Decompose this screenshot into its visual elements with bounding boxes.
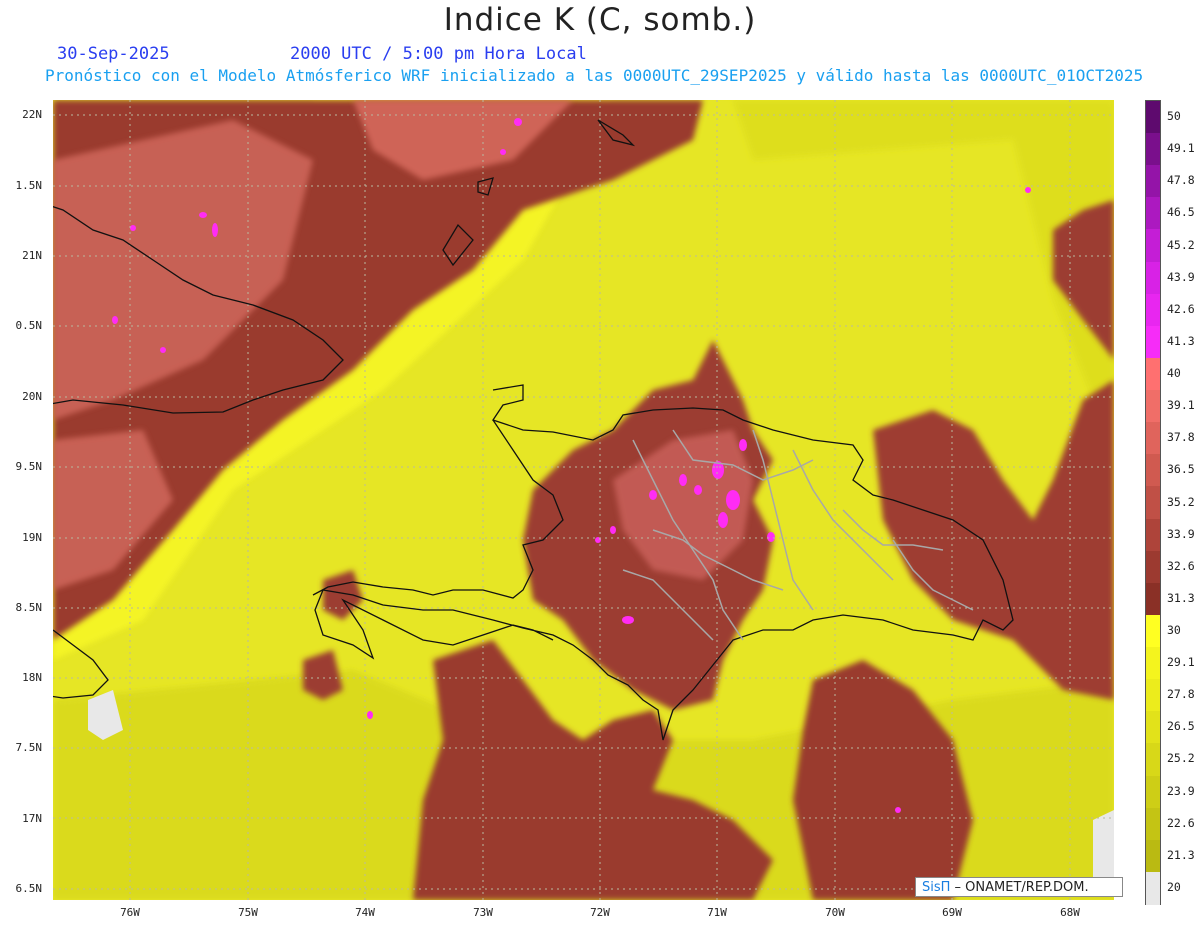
- colorbar-segment: [1146, 261, 1160, 295]
- colorbar-label: 50: [1167, 109, 1181, 124]
- colorbar-segment: [1146, 133, 1160, 167]
- lon-label: 76W: [120, 906, 140, 919]
- colorbar-label: 39.1: [1167, 398, 1195, 413]
- forecast-date: 30-Sep-2025: [57, 44, 170, 64]
- colorbar-segment: [1146, 325, 1160, 359]
- colorbar-label: 49.1: [1167, 141, 1195, 156]
- map-title: Indice K (C, somb.): [443, 2, 757, 38]
- colorbar-label: 32.6: [1167, 558, 1195, 573]
- colorbar-segment: [1146, 486, 1160, 520]
- colorbar-label: 33.9: [1167, 526, 1195, 541]
- colorbar: [1145, 100, 1161, 905]
- credit-org: – ONAMET/REP.DOM.: [950, 880, 1089, 895]
- colorbar-segment: [1146, 871, 1160, 905]
- lat-label: 7.5N: [15, 741, 43, 754]
- colorbar-segment: [1146, 711, 1160, 745]
- colorbar-label: 42.6: [1167, 301, 1195, 316]
- lon-label: 74W: [355, 906, 375, 919]
- colorbar-label: 43.9: [1167, 269, 1195, 284]
- colorbar-segment: [1146, 807, 1160, 841]
- colorbar-segment: [1146, 839, 1160, 873]
- lon-label: 71W: [707, 906, 727, 919]
- lon-label: 69W: [942, 906, 962, 919]
- colorbar-label: 31.3: [1167, 590, 1195, 605]
- colorbar-label: 30: [1167, 622, 1181, 637]
- colorbar-label: 26.5: [1167, 719, 1195, 734]
- credit-brand: SisΠ: [922, 880, 951, 895]
- colorbar-label: 20: [1167, 879, 1181, 894]
- colorbar-segment: [1146, 614, 1160, 648]
- forecast-time: 2000 UTC / 5:00 pm Hora Local: [290, 44, 587, 64]
- lat-label: 6.5N: [15, 882, 43, 895]
- colorbar-label: 36.5: [1167, 462, 1195, 477]
- colorbar-segment: [1146, 165, 1160, 199]
- map-panel: [53, 100, 1114, 900]
- colorbar-segment: [1146, 357, 1160, 391]
- lat-label: 21N: [22, 249, 42, 262]
- lon-label: 68W: [1060, 906, 1080, 919]
- lat-label: 19N: [22, 531, 42, 544]
- colorbar-segment: [1146, 422, 1160, 456]
- colorbar-segment: [1146, 647, 1160, 681]
- colorbar-segment: [1146, 390, 1160, 424]
- colorbar-segment: [1146, 679, 1160, 713]
- colorbar-label: 35.2: [1167, 494, 1195, 509]
- colorbar-label: 29.1: [1167, 655, 1195, 670]
- credit-box: SisΠ – ONAMET/REP.DOM.: [915, 877, 1123, 897]
- lat-label: 20N: [22, 390, 42, 403]
- colorbar-segment: [1146, 229, 1160, 263]
- lat-label: 0.5N: [15, 319, 43, 332]
- colorbar-segment: [1146, 454, 1160, 488]
- colorbar-label: 21.3: [1167, 847, 1195, 862]
- colorbar-label: 41.3: [1167, 333, 1195, 348]
- lat-label: 17N: [22, 812, 42, 825]
- lat-label: 9.5N: [15, 460, 43, 473]
- colorbar-label: 47.8: [1167, 173, 1195, 188]
- colorbar-label: 23.9: [1167, 783, 1195, 798]
- lon-label: 72W: [590, 906, 610, 919]
- forecast-description: Pronóstico con el Modelo Atmósferico WRF…: [45, 66, 1144, 85]
- colorbar-segment: [1146, 550, 1160, 584]
- colorbar-label: 37.8: [1167, 430, 1195, 445]
- lat-label: 18N: [22, 671, 42, 684]
- colorbar-label: 25.2: [1167, 751, 1195, 766]
- colorbar-segment: [1146, 101, 1160, 134]
- colorbar-label: 46.5: [1167, 205, 1195, 220]
- colorbar-segment: [1146, 197, 1160, 231]
- colorbar-segment: [1146, 775, 1160, 809]
- k-index-map: [53, 100, 1114, 900]
- colorbar-label: 40: [1167, 366, 1181, 381]
- colorbar-label: 22.6: [1167, 815, 1195, 830]
- colorbar-segment: [1146, 582, 1160, 616]
- lat-label: 1.5N: [15, 179, 43, 192]
- colorbar-segment: [1146, 518, 1160, 552]
- lon-label: 70W: [825, 906, 845, 919]
- lon-label: 75W: [238, 906, 258, 919]
- lon-label: 73W: [473, 906, 493, 919]
- colorbar-segment: [1146, 743, 1160, 777]
- lat-label: 8.5N: [15, 601, 43, 614]
- lat-label: 22N: [22, 108, 42, 121]
- colorbar-label: 45.2: [1167, 237, 1195, 252]
- colorbar-label: 27.8: [1167, 687, 1195, 702]
- colorbar-segment: [1146, 293, 1160, 327]
